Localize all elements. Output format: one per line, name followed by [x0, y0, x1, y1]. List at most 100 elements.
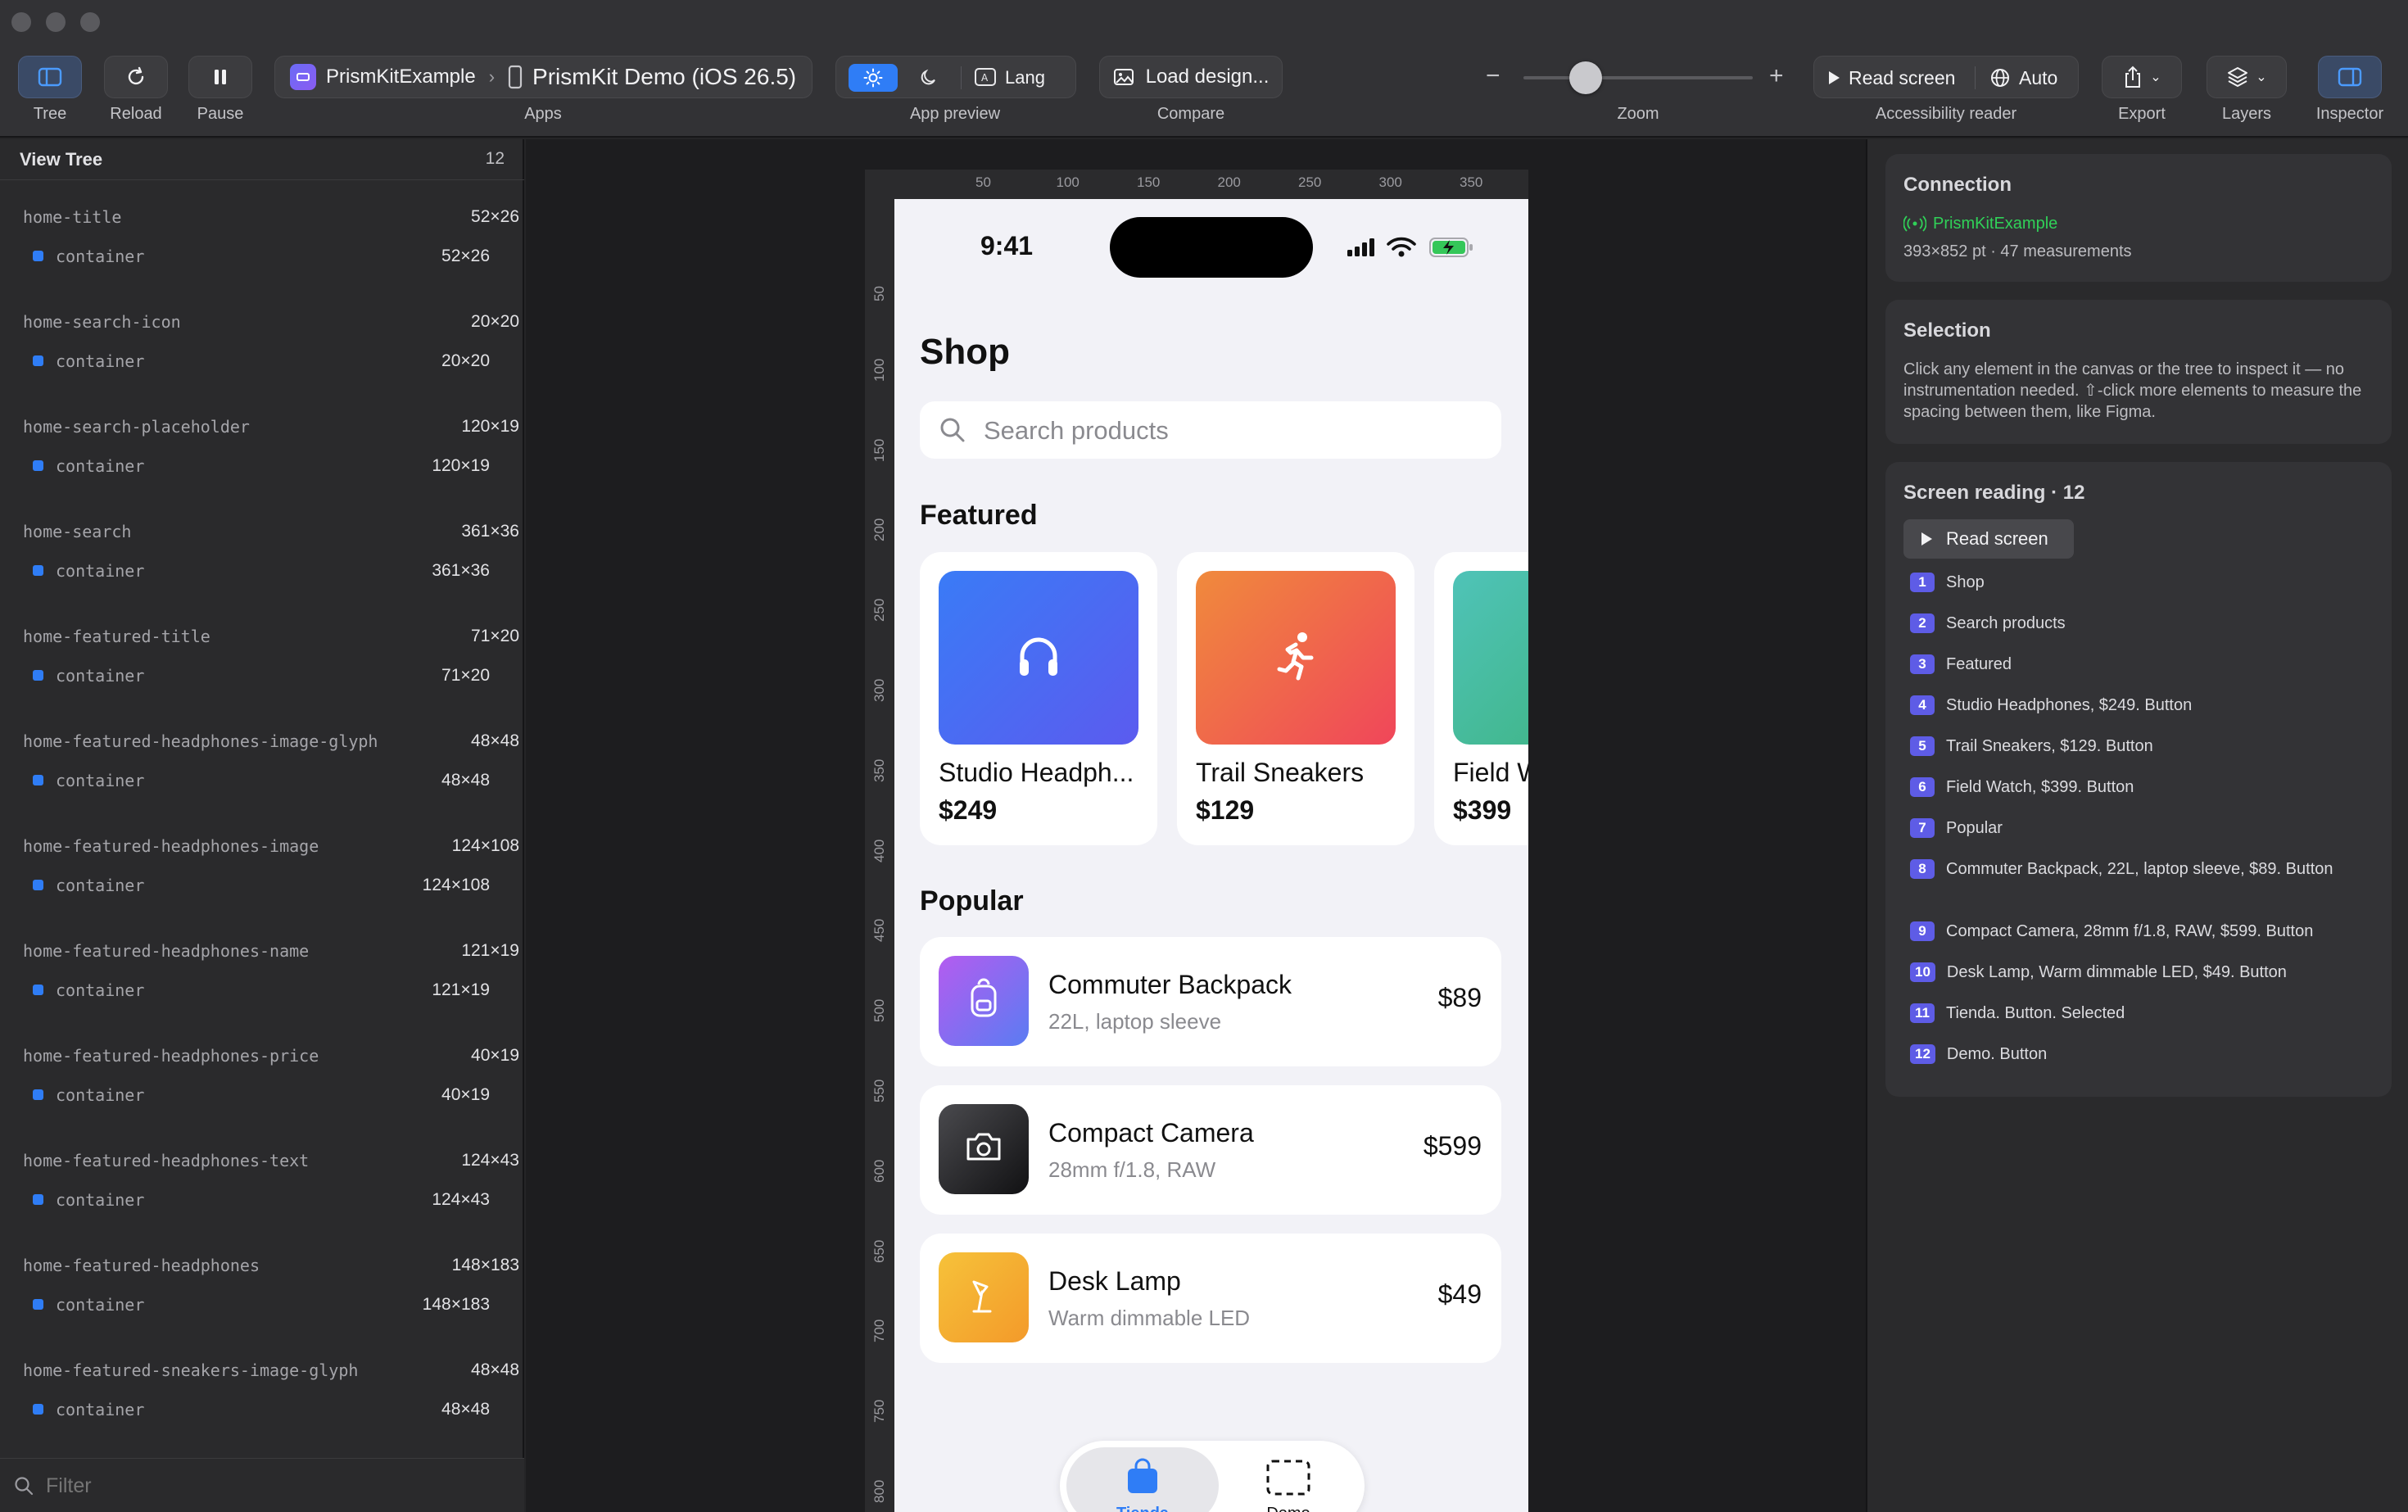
headphones-icon [1012, 630, 1065, 686]
layers-button[interactable]: ⌄ [2207, 56, 2287, 98]
screen-reading-item[interactable]: 10 Desk Lamp, Warm dimmable LED, $49. But… [1910, 962, 2348, 983]
tree-child-row[interactable]: container 148×183 [0, 1286, 524, 1322]
screen-reading-item[interactable]: 1 Shop [1910, 572, 2347, 593]
tree-row[interactable]: home-title 52×26 [0, 198, 524, 234]
tree-child-row[interactable]: container 71×20 [0, 657, 524, 693]
ruler-tick-label: 700 [871, 1320, 887, 1343]
tree-row[interactable]: home-featured-title 71×20 [0, 618, 524, 654]
popular-row[interactable]: Compact Camera 28mm f/1.8, RAW $599 [920, 1085, 1501, 1215]
zoom-out-button[interactable]: − [1486, 62, 1500, 90]
search-field[interactable]: Search products [920, 401, 1501, 459]
container-dot-icon [33, 880, 43, 890]
zoom-window-button[interactable] [80, 12, 100, 32]
tree-child-row[interactable]: container 124×43 [0, 1181, 524, 1217]
layers-icon [2228, 67, 2248, 87]
moon-icon [921, 69, 935, 85]
tree-child-size: 48×48 [441, 771, 490, 790]
zoom-in-button[interactable]: + [1769, 62, 1784, 90]
tree-row[interactable]: home-featured-headphones-image 124×108 [0, 827, 524, 863]
screen-reading-item[interactable]: 7 Popular [1910, 817, 2347, 839]
pause-button[interactable] [188, 56, 252, 98]
read-screen-button[interactable]: Read screen [1903, 519, 2074, 559]
tree-child-size: 124×108 [422, 876, 490, 894]
popular-subtitle: 28mm f/1.8, RAW [1048, 1157, 1216, 1182]
tab-demo[interactable]: Demo [1219, 1447, 1358, 1512]
tree-child-name: container [56, 351, 145, 371]
screen-reading-item[interactable]: 11 Tienda. Button. Selected [1910, 1003, 2347, 1024]
tree-row[interactable]: home-search-placeholder 120×19 [0, 408, 524, 444]
tab-bar: Tienda Demo [1060, 1441, 1365, 1512]
featured-card[interactable]: Field W $399 [1434, 552, 1528, 845]
app-device-selector[interactable]: PrismKitExample › PrismKit Demo (iOS 26.… [274, 56, 812, 98]
tree-row[interactable]: home-featured-sneakers-image-glyph 48×48 [0, 1351, 524, 1388]
auto-read-button[interactable]: Auto [1989, 64, 2057, 92]
featured-card[interactable]: Studio Headph... $249 [920, 552, 1157, 845]
tree-child-row[interactable]: container 48×48 [0, 762, 524, 798]
filter-input[interactable] [46, 1470, 505, 1501]
read-screen-toolbar-button[interactable]: Read screen [1827, 64, 1955, 92]
tree-row[interactable]: home-search 361×36 [0, 513, 524, 549]
popular-row[interactable]: Commuter Backpack 22L, laptop sleeve $89 [920, 937, 1501, 1066]
dark-mode-button[interactable] [908, 64, 949, 92]
tree-row[interactable]: home-search-icon 20×20 [0, 303, 524, 339]
tree-label: Tree [33, 105, 67, 123]
tree-toggle-button[interactable] [18, 56, 82, 98]
tree-row[interactable]: home-featured-headphones-name 121×19 [0, 932, 524, 968]
tree-child-row[interactable]: container 361×36 [0, 552, 524, 588]
tree-row[interactable]: home-featured-headphones-image-glyph 48×4… [0, 722, 524, 758]
export-button[interactable]: ⌄ [2102, 56, 2182, 98]
minimize-window-button[interactable] [46, 12, 66, 32]
screen-reading-text: Featured [1946, 655, 2012, 673]
tree-child-row[interactable]: container 20×20 [0, 342, 524, 378]
tree-row[interactable]: home-featured-headphones-text 124×43 [0, 1142, 524, 1178]
tree-child-row[interactable]: container 121×19 [0, 971, 524, 1007]
screen-reading-item[interactable]: 9 Compact Camera, 28mm f/1.8, RAW, $599. … [1910, 921, 2347, 942]
tree-child-row[interactable]: container 120×19 [0, 447, 524, 483]
ruler-tick-label: 400 [871, 839, 887, 862]
light-mode-button[interactable] [849, 64, 898, 92]
pause-label: Pause [197, 105, 244, 123]
tree-row-size: 48×48 [471, 1360, 519, 1379]
bag-icon [1128, 1458, 1157, 1493]
tree-child-row[interactable]: container 48×48 [0, 1391, 524, 1427]
popular-row[interactable]: Desk Lamp Warm dimmable LED $49 [920, 1234, 1501, 1363]
segment-divider [961, 66, 962, 89]
view-tree-count: 12 [485, 149, 505, 168]
tree-row[interactable]: home-featured-headphones-price 40×19 [0, 1037, 524, 1073]
popular-title: Popular [920, 885, 1024, 917]
screen-reading-title: Screen reading · 12 [1903, 482, 2085, 504]
inspector-toggle-button[interactable] [2318, 56, 2382, 98]
load-design-button[interactable]: Load design... [1099, 56, 1283, 98]
filter-bar[interactable] [0, 1458, 524, 1512]
tree-row[interactable]: home-featured-headphones 148×183 [0, 1247, 524, 1283]
reload-button[interactable] [104, 56, 168, 98]
tab-tienda[interactable]: Tienda [1066, 1447, 1219, 1512]
segment-divider [1975, 66, 1976, 89]
ruler-tick-label: 750 [871, 1399, 887, 1424]
tree-row-size: 120×19 [461, 417, 519, 436]
screen-reading-item[interactable]: 2 Search products [1910, 613, 2347, 634]
screen-reading-item[interactable]: 6 Field Watch, $399. Button [1910, 776, 2347, 798]
screen-reading-index: 10 [1910, 962, 1935, 982]
tree-child-row[interactable]: container 52×26 [0, 238, 524, 274]
screen-reading-item[interactable]: 8 Commuter Backpack, 22L, laptop sleeve, … [1910, 858, 2347, 880]
language-button[interactable]: A Lang [974, 64, 1045, 92]
container-dot-icon [33, 565, 43, 576]
zoom-slider[interactable] [1523, 61, 1753, 94]
screen-reading-item[interactable]: 3 Featured [1910, 654, 2347, 675]
featured-card[interactable]: Trail Sneakers $129 [1177, 552, 1414, 845]
screen-reading-card: Screen reading · 12 Read screen 1 Shop 2 Se… [1885, 462, 2392, 1097]
screen-reading-item[interactable]: 5 Trail Sneakers, $129. Button [1910, 736, 2347, 757]
phone-screen[interactable]: 9:41 Shop Search products Featured Studi… [894, 199, 1528, 1512]
zoom-slider-knob[interactable] [1568, 61, 1602, 94]
tree-child-name: container [56, 247, 145, 266]
screen-reading-item[interactable]: 4 Studio Headphones, $249. Button [1910, 695, 2347, 716]
tree-child-row[interactable]: container 40×19 [0, 1076, 524, 1112]
tree-row-size: 361×36 [461, 522, 519, 541]
tree-child-name: container [56, 1295, 145, 1315]
export-label: Export [2118, 105, 2166, 123]
read-screen-toolbar-label: Read screen [1849, 66, 1956, 88]
tree-child-row[interactable]: container 124×108 [0, 867, 524, 903]
screen-reading-item[interactable]: 12 Demo. Button [1910, 1043, 2348, 1065]
close-window-button[interactable] [11, 12, 31, 32]
